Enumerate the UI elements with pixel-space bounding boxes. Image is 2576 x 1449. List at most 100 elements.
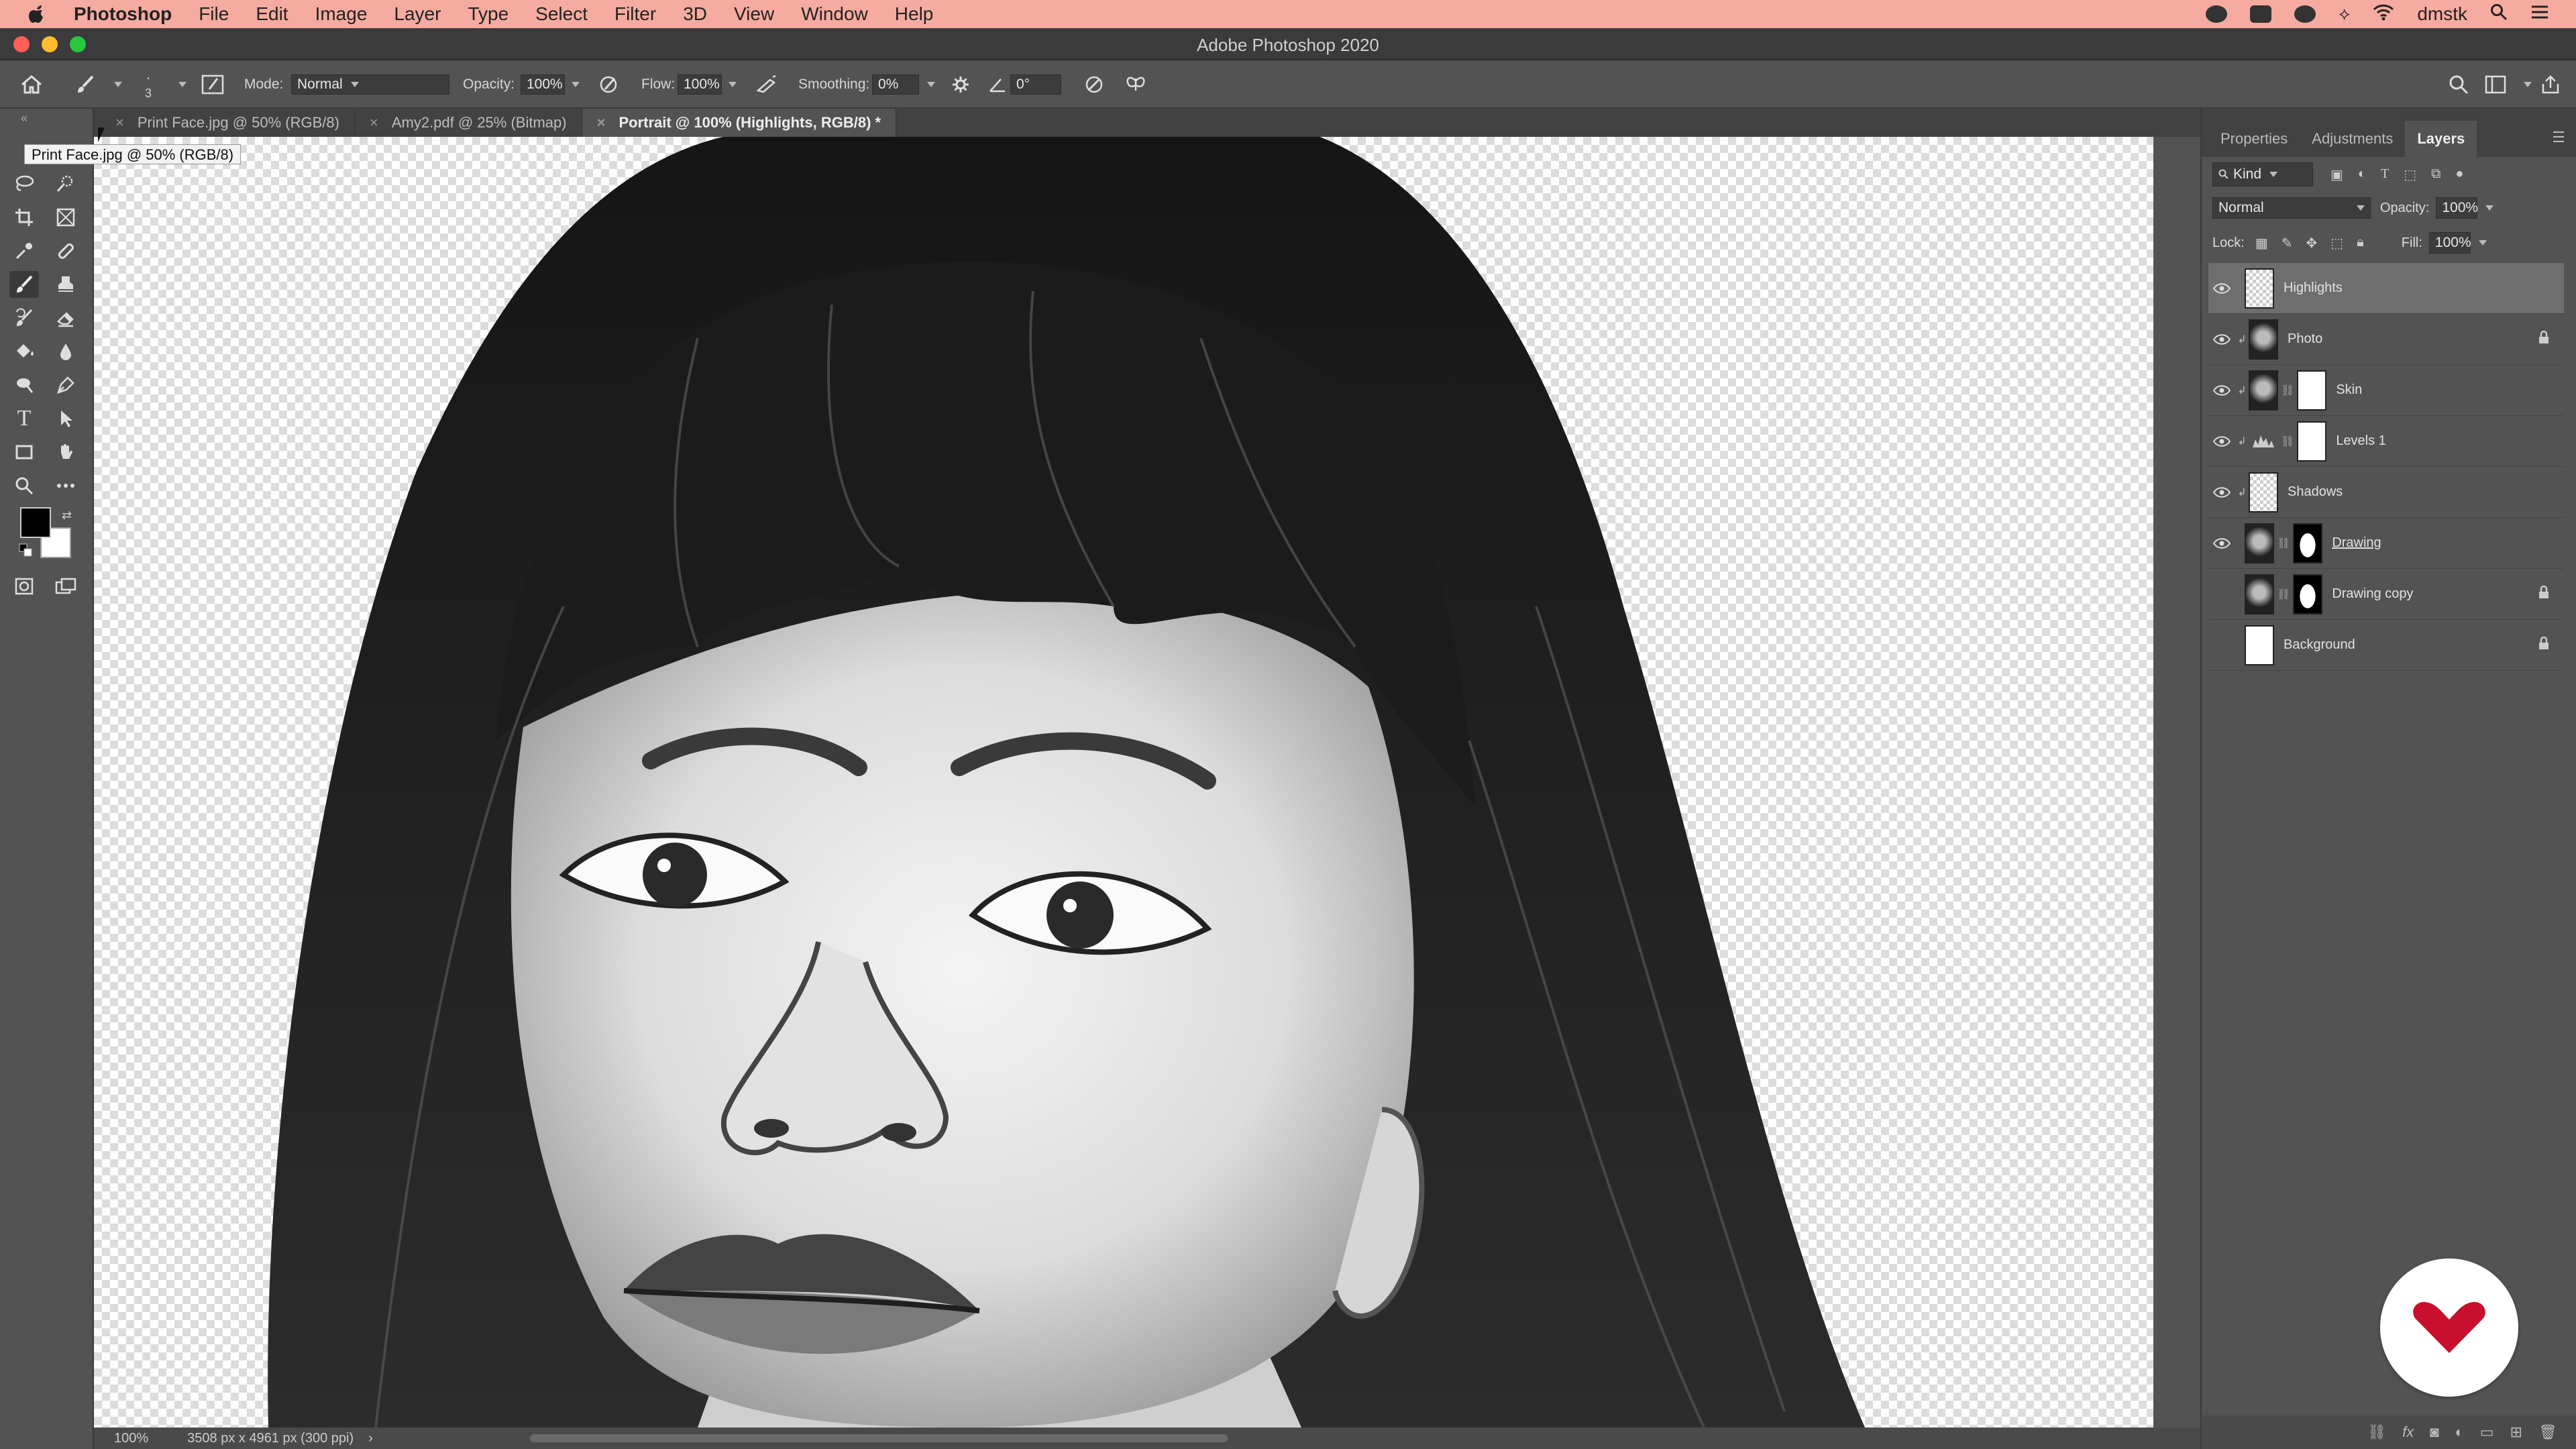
tab-print-face[interactable]: × Print Face.jpg @ 50% (RGB/8) (101, 109, 355, 137)
frame-tool-icon[interactable] (51, 204, 80, 231)
delete-layer-trash-icon[interactable]: 🗑︎ (2538, 1424, 2557, 1441)
tab-properties[interactable]: Properties (2208, 130, 2300, 157)
canvas-area[interactable] (94, 137, 2284, 1428)
eyedropper-tool-icon[interactable] (9, 237, 39, 264)
default-colors-icon[interactable] (19, 543, 32, 557)
spotlight-search-icon[interactable] (2490, 3, 2508, 25)
layer-row-shadows[interactable]: ↲ Shadows (2208, 467, 2564, 518)
add-mask-icon[interactable]: ◙ (2430, 1424, 2438, 1441)
symmetry-butterfly-icon[interactable] (1124, 60, 1147, 109)
mask-link-icon[interactable]: ⛓ (2281, 435, 2294, 448)
layer-mask-thumbnail[interactable] (2297, 421, 2327, 462)
new-adjustment-layer-icon[interactable]: ◐ (2455, 1424, 2464, 1441)
layer-name[interactable]: Drawing (2332, 535, 2381, 551)
menu-select[interactable]: Select (535, 3, 588, 25)
layer-opacity-input[interactable]: 100% (2436, 197, 2478, 219)
lasso-tool-icon[interactable] (9, 170, 39, 197)
collapse-toolbar-icon[interactable]: « (9, 111, 39, 125)
smoothing-dropdown[interactable] (919, 60, 935, 109)
type-tool-icon[interactable]: T (9, 405, 39, 432)
layer-style-fx-icon[interactable]: fx (2402, 1424, 2414, 1441)
tab-adjustments[interactable]: Adjustments (2300, 130, 2405, 157)
brush-tool-icon[interactable] (9, 271, 39, 298)
visibility-eye-icon[interactable] (2208, 486, 2235, 498)
pressure-size-icon[interactable] (1084, 60, 1104, 109)
lock-artboard-icon[interactable]: ⬚ (2330, 235, 2343, 252)
mask-link-icon[interactable]: ⛓ (2281, 384, 2294, 397)
search-icon[interactable] (2449, 60, 2469, 109)
control-center-icon[interactable] (2530, 3, 2549, 25)
menu-app-name[interactable]: Photoshop (74, 3, 172, 25)
layer-row-highlights[interactable]: Highlights (2208, 263, 2564, 314)
filter-shape-layers-icon[interactable]: ⬚ (2404, 166, 2416, 183)
filter-toggle-icon[interactable]: ● (2455, 166, 2463, 183)
filter-adjustment-layers-icon[interactable]: ◐ (2358, 166, 2366, 183)
visibility-eye-icon[interactable] (2208, 282, 2235, 294)
layer-name[interactable]: Levels 1 (2336, 433, 2386, 449)
swap-colors-icon[interactable]: ⇄ (62, 508, 72, 523)
paint-bucket-tool-icon[interactable] (9, 338, 39, 365)
screen-mode-icon[interactable] (51, 573, 80, 600)
layer-row-drawing-copy[interactable]: ⛓ Drawing copy (2208, 569, 2564, 620)
layer-row-photo[interactable]: ↲ Photo (2208, 314, 2564, 365)
layer-opacity-dropdown[interactable] (2477, 205, 2493, 211)
visibility-eye-icon[interactable] (2208, 537, 2235, 549)
menu-filter[interactable]: Filter (614, 3, 656, 25)
healing-brush-tool-icon[interactable] (51, 237, 80, 264)
filter-pixel-layers-icon[interactable]: ▣ (2330, 166, 2343, 183)
menu-3d[interactable]: 3D (683, 3, 707, 25)
layer-name[interactable]: Photo (2288, 331, 2322, 347)
brush-size-dropdown[interactable] (170, 60, 186, 109)
brush-size-preview[interactable]: · 3 (145, 60, 152, 109)
crop-tool-icon[interactable] (9, 204, 39, 231)
layer-name[interactable]: Highlights (2284, 280, 2343, 296)
layer-name[interactable]: Drawing copy (2332, 586, 2413, 602)
layer-mask-thumbnail[interactable] (2293, 523, 2323, 564)
smoothing-input[interactable]: 0% (872, 74, 919, 95)
creative-cloud-icon[interactable] (2206, 5, 2228, 23)
workspace-switcher-icon[interactable] (2485, 60, 2506, 109)
visibility-eye-icon[interactable] (2208, 333, 2235, 345)
panel-menu-icon[interactable]: ☰ (2552, 129, 2576, 157)
opacity-dropdown[interactable] (564, 60, 580, 109)
zoom-level[interactable]: 100% (114, 1431, 148, 1446)
home-icon[interactable] (20, 60, 43, 109)
close-tab-icon[interactable]: × (115, 114, 124, 131)
foreground-color-swatch[interactable] (20, 507, 51, 538)
layer-row-levels-1[interactable]: ↲ ⛓ Levels 1 (2208, 416, 2564, 467)
layer-mask-thumbnail[interactable] (2297, 370, 2327, 411)
tab-amy2[interactable]: × Amy2.pdf @ 25% (Bitmap) (355, 109, 582, 137)
tab-portrait[interactable]: × Portrait @ 100% (Highlights, RGB/8) * (582, 109, 897, 137)
menu-type[interactable]: Type (468, 3, 508, 25)
menu-view[interactable]: View (734, 3, 774, 25)
mask-link-icon[interactable]: ⛓ (2277, 537, 2290, 550)
flow-input[interactable]: 100% (678, 74, 722, 95)
pen-tool-icon[interactable] (51, 372, 80, 398)
layer-name[interactable]: Shadows (2288, 484, 2343, 500)
close-tab-icon[interactable]: × (597, 114, 606, 131)
menu-help[interactable]: Help (895, 3, 934, 25)
mode-select[interactable]: Normal (291, 74, 449, 95)
share-icon[interactable] (2541, 60, 2560, 109)
layer-row-background[interactable]: Background (2208, 620, 2564, 671)
eraser-tool-icon[interactable] (51, 305, 80, 331)
brush-settings-panel-icon[interactable] (201, 60, 224, 109)
sync-icon[interactable] (2294, 5, 2316, 23)
lock-position-icon[interactable]: ✥ (2306, 235, 2317, 252)
tab-layers[interactable]: Layers (2405, 121, 2477, 157)
pressure-opacity-icon[interactable] (598, 60, 619, 109)
wifi-icon[interactable] (2373, 3, 2394, 25)
opacity-input[interactable]: 100% (521, 74, 565, 95)
close-tab-icon[interactable]: × (370, 114, 378, 131)
visibility-eye-icon[interactable] (2208, 435, 2235, 447)
layer-name[interactable]: Background (2284, 637, 2355, 653)
blur-tool-icon[interactable] (51, 338, 80, 365)
hand-tool-icon[interactable] (51, 439, 80, 466)
user-name[interactable]: dmstk (2417, 3, 2467, 25)
mask-link-icon[interactable]: ⛓ (2277, 588, 2290, 601)
layer-mask-thumbnail[interactable] (2293, 574, 2323, 614)
workspace-dropdown[interactable] (2516, 60, 2532, 109)
lock-transparent-pixels-icon[interactable]: ▦ (2255, 235, 2268, 252)
layer-row-drawing[interactable]: ⛓ Drawing (2208, 518, 2564, 569)
layer-row-skin[interactable]: ↲ ⛓ Skin (2208, 365, 2564, 416)
